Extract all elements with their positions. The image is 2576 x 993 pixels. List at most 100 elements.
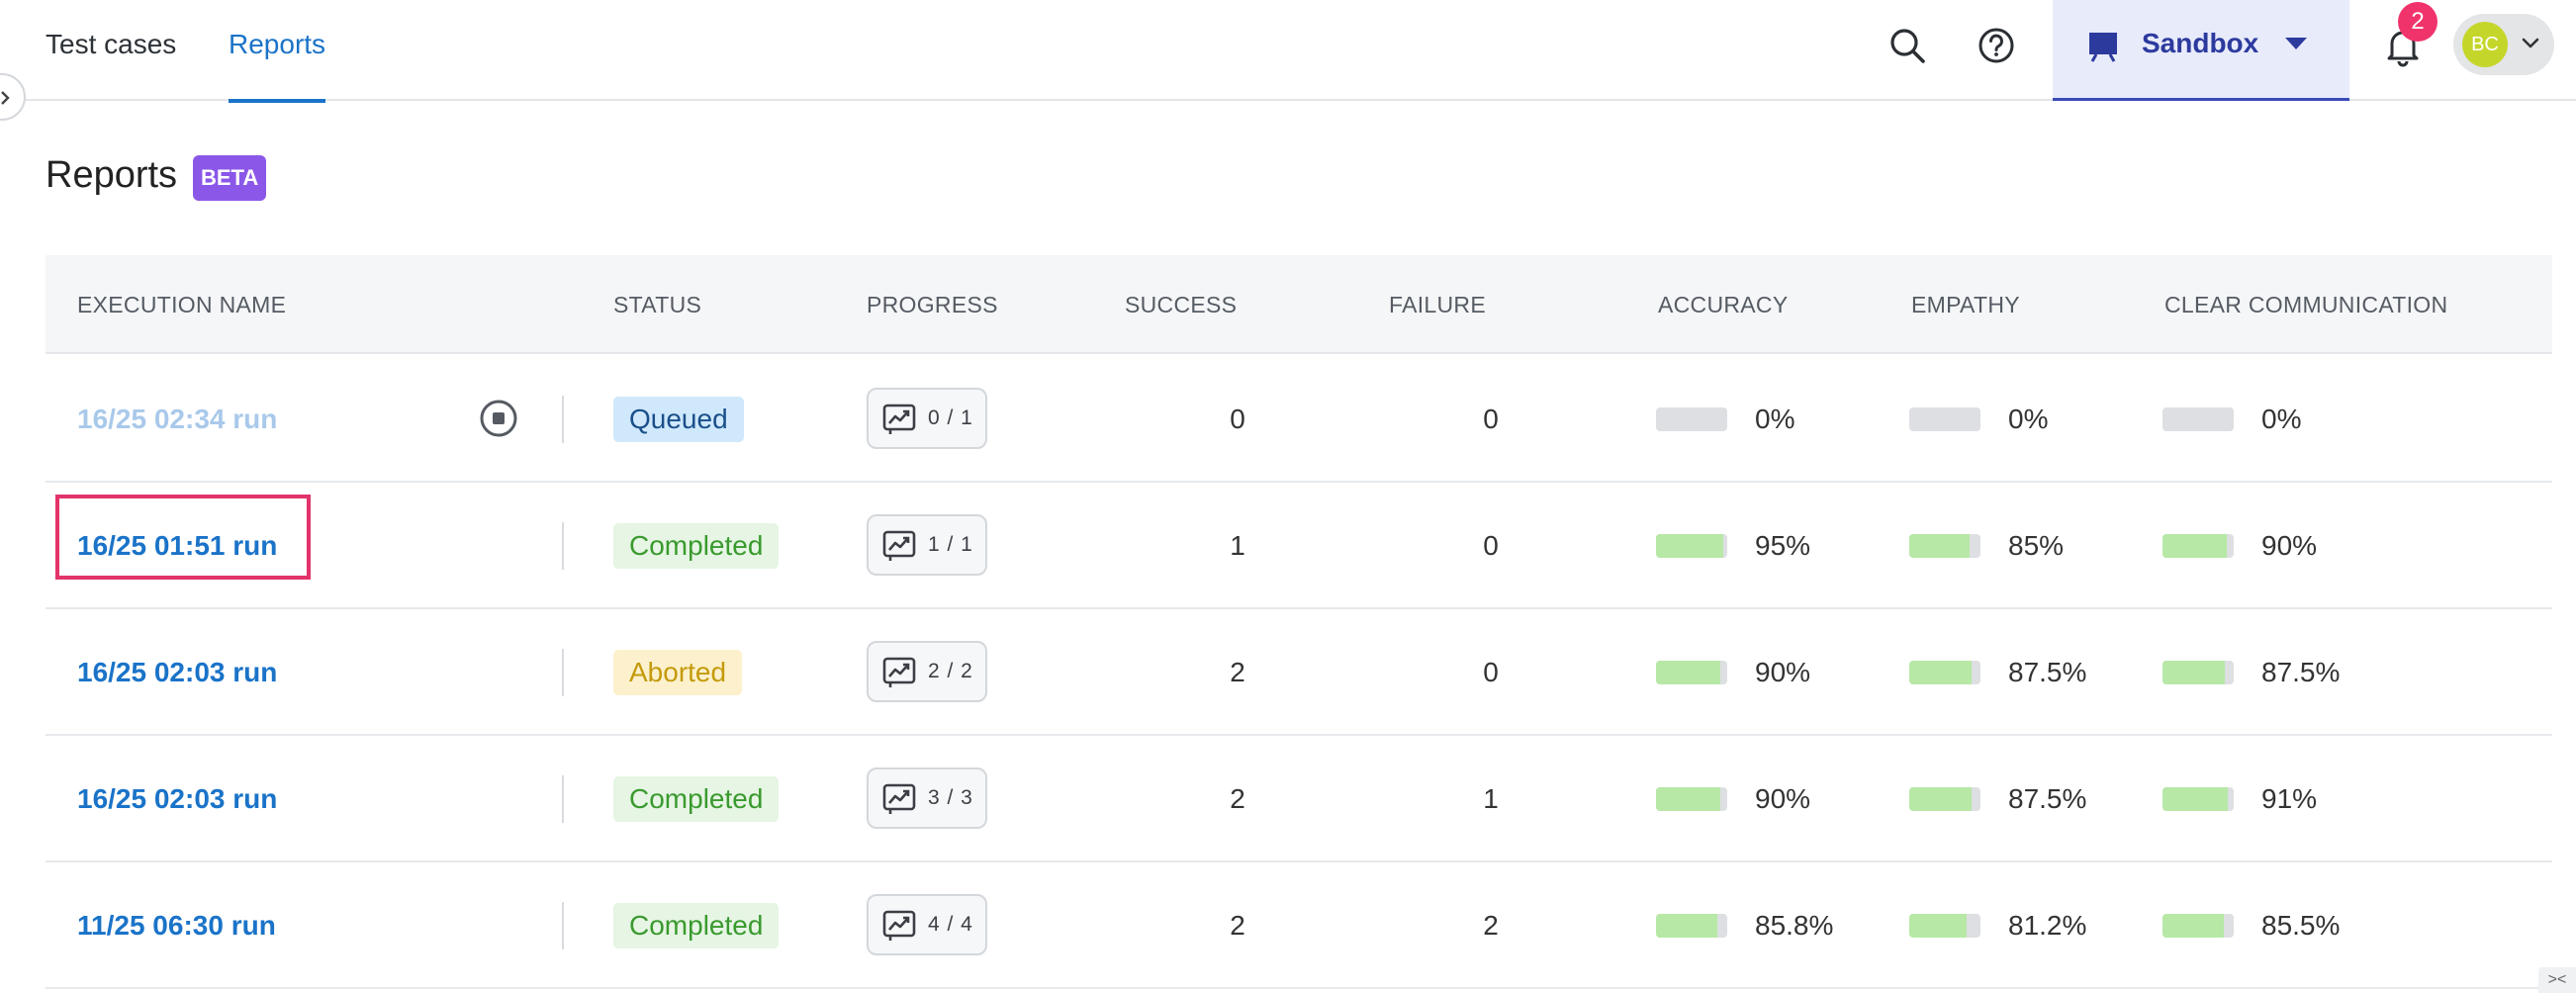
score-percent: 0% (1755, 404, 1795, 434)
score-bar-fill (1909, 914, 1968, 938)
search-button[interactable] (1886, 24, 1929, 67)
header-progress[interactable]: PROGRESS (867, 255, 998, 354)
header-clear-communication[interactable]: CLEAR COMMUNICATION (2164, 255, 2447, 354)
table-row[interactable]: 16/25 02:03 run Aborted 2 / 2 2 0 90% 87… (46, 609, 2552, 736)
table-header: EXECUTION NAME STATUS PROGRESS SUCCESS F… (46, 255, 2552, 354)
score-bar-fill (1656, 661, 1720, 684)
chart-trend-icon (882, 783, 916, 814)
score-bar (1909, 407, 1980, 431)
score-bar (1656, 787, 1727, 811)
score-bar-fill (2162, 661, 2225, 684)
progress-text: 4 / 4 (928, 913, 973, 936)
score-bar (1656, 661, 1727, 684)
progress-button[interactable]: 2 / 2 (867, 641, 987, 702)
stop-circle-icon[interactable] (478, 398, 519, 439)
execution-name-link[interactable]: 16/25 02:34 run (77, 356, 277, 483)
score-percent: 0% (2261, 404, 2302, 434)
score-percent: 87.5% (2008, 657, 2087, 687)
execution-name-link[interactable]: 11/25 06:30 run (77, 862, 276, 989)
score-bar (1656, 914, 1727, 938)
help-button[interactable] (1975, 24, 2018, 67)
tab-test-cases[interactable]: Test cases (46, 0, 176, 101)
score-bar-fill (1909, 661, 1972, 684)
score-bar-fill (1909, 787, 1972, 811)
score-bar (2162, 787, 2234, 811)
page-title: Reports (46, 154, 178, 196)
header-status[interactable]: STATUS (613, 255, 701, 354)
score-bar (2162, 661, 2234, 684)
success-count: 2 (1230, 657, 1245, 687)
score-bar (2162, 914, 2234, 938)
help-icon (1978, 28, 2014, 63)
progress-text: 0 / 1 (928, 406, 973, 429)
score-bar (1909, 534, 1980, 558)
failure-count: 0 (1483, 530, 1499, 561)
score-bar-fill (2162, 534, 2227, 558)
success-count: 0 (1230, 404, 1245, 434)
header-success[interactable]: SUCCESS (1125, 255, 1237, 354)
score-bar (1656, 534, 1727, 558)
chevron-right-icon (1, 91, 10, 105)
status-badge: Aborted (613, 650, 743, 695)
user-menu[interactable]: BC (2453, 14, 2554, 75)
score-percent: 0% (2008, 404, 2049, 434)
status-badge: Queued (613, 397, 744, 442)
progress-text: 2 / 2 (928, 660, 973, 682)
progress-button[interactable]: 0 / 1 (867, 388, 987, 449)
failure-count: 0 (1483, 404, 1499, 434)
score-bar-fill (1656, 914, 1717, 938)
score-bar (1656, 407, 1727, 431)
table-row[interactable]: 16/25 02:34 run Queued 0 / 1 0 0 0% 0% 0… (46, 356, 2552, 483)
active-tab-indicator (229, 99, 326, 103)
chart-trend-icon (882, 910, 916, 941)
table-row[interactable]: 11/25 06:30 run Completed 4 / 4 2 2 85.8… (46, 862, 2552, 989)
progress-button[interactable]: 4 / 4 (867, 894, 987, 955)
status-badge: Completed (613, 903, 780, 948)
success-count: 2 (1230, 783, 1245, 814)
chart-trend-icon (882, 404, 916, 434)
tab-reports-label: Reports (229, 29, 326, 59)
header-empathy[interactable]: EMPATHY (1911, 255, 2020, 354)
score-bar (1909, 787, 1980, 811)
score-bar (2162, 407, 2234, 431)
avatar: BC (2462, 22, 2508, 67)
score-bar-fill (1656, 787, 1720, 811)
execution-name-link[interactable]: 16/25 02:03 run (77, 609, 277, 736)
chart-trend-icon (882, 657, 916, 687)
column-divider (562, 396, 564, 443)
score-percent: 90% (2261, 530, 2318, 561)
table-row[interactable]: 16/25 01:51 run Completed 1 / 1 1 0 95% … (46, 483, 2552, 609)
tab-reports[interactable]: Reports (229, 0, 326, 103)
chart-trend-icon (882, 530, 916, 561)
score-bar (1909, 661, 1980, 684)
score-bar-fill (2162, 787, 2228, 811)
score-percent: 85.8% (1755, 910, 1834, 941)
score-percent: 87.5% (2261, 657, 2341, 687)
score-percent: 90% (1755, 783, 1811, 814)
success-count: 1 (1230, 530, 1245, 561)
execution-name-link[interactable]: 16/25 01:51 run (77, 483, 277, 609)
failure-count: 0 (1483, 657, 1499, 687)
status-badge: Completed (613, 523, 780, 569)
status-badge: Completed (613, 776, 780, 822)
header-execution-name[interactable]: EXECUTION NAME (77, 255, 286, 354)
execution-name-link[interactable]: 16/25 02:03 run (77, 736, 277, 862)
progress-button[interactable]: 1 / 1 (867, 514, 987, 576)
header-accuracy[interactable]: ACCURACY (1658, 255, 1788, 354)
column-divider (562, 649, 564, 696)
score-percent: 95% (1755, 530, 1811, 561)
score-bar (2162, 534, 2234, 558)
resize-handle-icon[interactable]: >< (2538, 967, 2576, 993)
score-percent: 87.5% (2008, 783, 2087, 814)
table-row[interactable]: 16/25 02:03 run Completed 3 / 3 2 1 90% … (46, 736, 2552, 862)
score-bar (1909, 914, 1980, 938)
environment-switcher[interactable]: Sandbox (2053, 0, 2349, 101)
column-divider (562, 775, 564, 823)
caret-down-icon (2285, 38, 2307, 49)
score-percent: 85% (2008, 530, 2065, 561)
score-bar-fill (1909, 534, 1971, 558)
progress-button[interactable]: 3 / 3 (867, 767, 987, 829)
failure-count: 1 (1483, 783, 1499, 814)
score-bar-fill (1656, 534, 1724, 558)
header-failure[interactable]: FAILURE (1389, 255, 1486, 354)
